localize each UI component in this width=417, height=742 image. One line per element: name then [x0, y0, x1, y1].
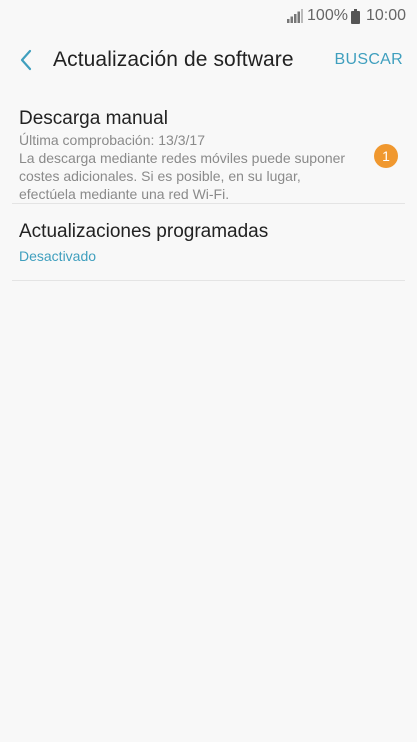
page-title: Actualización de software	[53, 48, 294, 71]
status-bar: 100% 10:00	[0, 0, 417, 32]
mobile-data-warning: La descarga mediante redes móviles puede…	[19, 150, 346, 202]
manual-download-item[interactable]: Descarga manual Última comprobación: 13/…	[0, 96, 417, 203]
scheduled-updates-item[interactable]: Actualizaciones programadas Desactivado	[0, 204, 417, 280]
scheduled-updates-status: Desactivado	[19, 248, 97, 264]
chevron-left-icon	[20, 49, 32, 71]
search-button[interactable]: BUSCAR	[335, 51, 403, 69]
battery-percent: 100%	[307, 7, 348, 24]
last-check-text: Última comprobación: 13/3/17	[19, 132, 205, 148]
back-button[interactable]	[12, 46, 40, 74]
settings-list: Descarga manual Última comprobación: 13/…	[0, 96, 417, 281]
app-bar: Actualización de software BUSCAR	[0, 32, 417, 90]
divider	[12, 280, 405, 281]
clock: 10:00	[365, 7, 406, 24]
status-indicators: 100% 10:00	[287, 6, 406, 26]
battery-icon	[350, 8, 360, 24]
screen: 100% 10:00 Actualización de software BUS…	[0, 0, 417, 742]
scheduled-updates-title: Actualizaciones programadas	[19, 221, 269, 242]
manual-download-title: Descarga manual	[19, 108, 168, 129]
signal-icon	[287, 9, 304, 23]
update-count-badge: 1	[374, 144, 398, 168]
